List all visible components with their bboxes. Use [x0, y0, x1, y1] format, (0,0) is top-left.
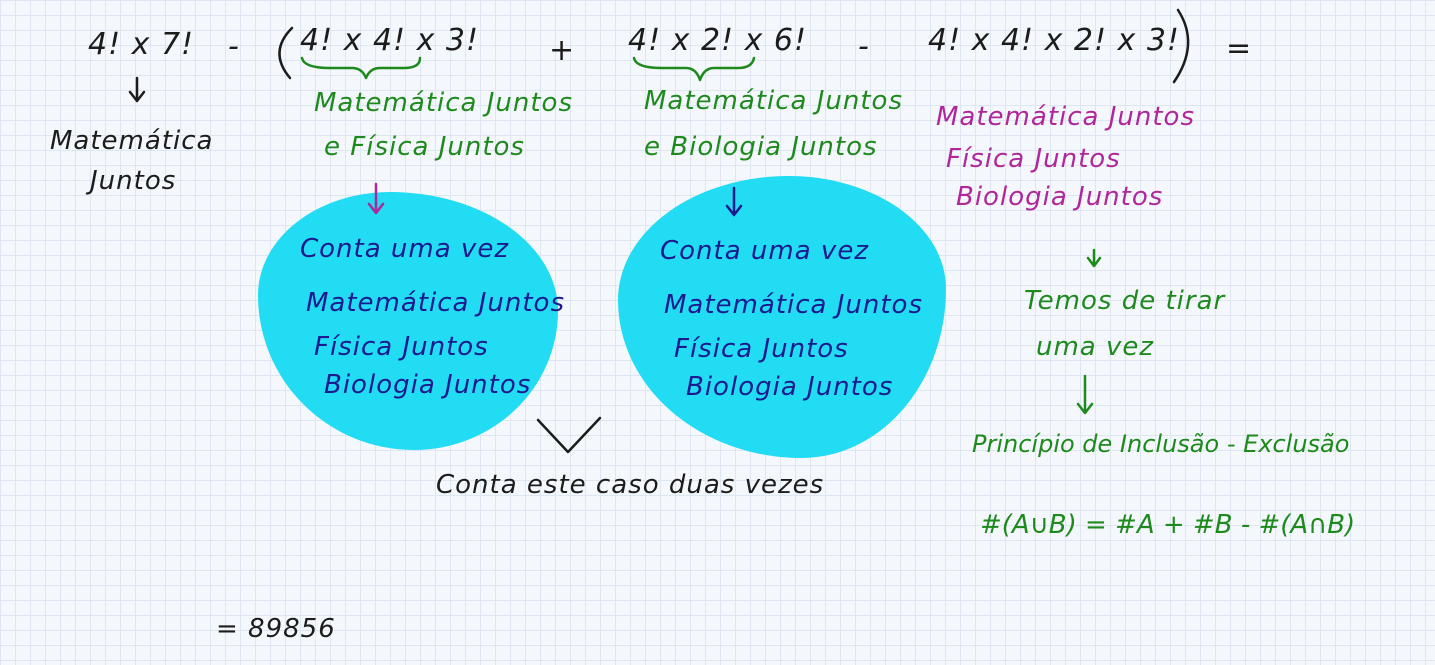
box1-line3: Física Juntos: [314, 332, 489, 362]
box2-line1: Conta uma vez: [660, 236, 869, 266]
note-green2-line1: Matemática Juntos: [644, 86, 903, 116]
note-left-line2: Juntos: [90, 166, 177, 196]
note-magenta-line1: Matemática Juntos: [936, 102, 1195, 132]
note-magenta-line2: Física Juntos: [946, 144, 1121, 174]
note-right-line1: Temos de tirar: [1024, 286, 1226, 316]
note-magenta-line3: Biologia Juntos: [956, 182, 1164, 212]
note-green1-line1: Matemática Juntos: [314, 88, 573, 118]
result-value: = 89856: [216, 614, 336, 644]
equation-plus: +: [549, 33, 576, 68]
whiteboard-canvas[interactable]: 4! x 7! - 4! x 4! x 3! + 4! x 2! x 6! - …: [0, 0, 1435, 665]
note-left-line1: Matemática: [50, 126, 214, 156]
note-right-formula: #(A∪B) = #A + #B - #(A∩B): [980, 510, 1356, 540]
note-green1-line2: e Física Juntos: [324, 132, 525, 162]
equation-term-1: 4! x 7!: [88, 27, 195, 62]
equation-term-3: 4! x 2! x 6!: [628, 23, 807, 58]
box2-line4: Biologia Juntos: [686, 372, 894, 402]
equation-minus-1: -: [228, 29, 240, 64]
box1-line4: Biologia Juntos: [324, 370, 532, 400]
box2-line2: Matemática Juntos: [664, 290, 923, 320]
arrow-left-down: [128, 76, 146, 103]
arrow-box2-down: [725, 186, 743, 217]
equation-term-2: 4! x 4! x 3!: [300, 23, 479, 58]
arrow-right-2: [1076, 374, 1094, 415]
arrow-right-1: [1086, 248, 1102, 268]
underbrace-right: [632, 56, 756, 82]
check-mark: [536, 416, 602, 454]
note-right-line3: Princípio de Inclusão - Exclusão: [972, 430, 1350, 458]
box2-line3: Física Juntos: [674, 334, 849, 364]
equation-term-4: 4! x 4! x 2! x 3!: [928, 23, 1180, 58]
equation-equals: =: [1226, 31, 1253, 66]
note-green2-line2: e Biologia Juntos: [644, 132, 878, 162]
note-bottom: Conta este caso duas vezes: [436, 470, 825, 500]
underbrace-left: [300, 56, 422, 80]
note-right-line2: uma vez: [1036, 332, 1155, 362]
left-parenthesis: [278, 26, 294, 80]
box1-line1: Conta uma vez: [300, 234, 509, 264]
box1-line2: Matemática Juntos: [306, 288, 565, 318]
arrow-box1-down: [367, 182, 385, 215]
equation-minus-2: -: [858, 29, 870, 64]
